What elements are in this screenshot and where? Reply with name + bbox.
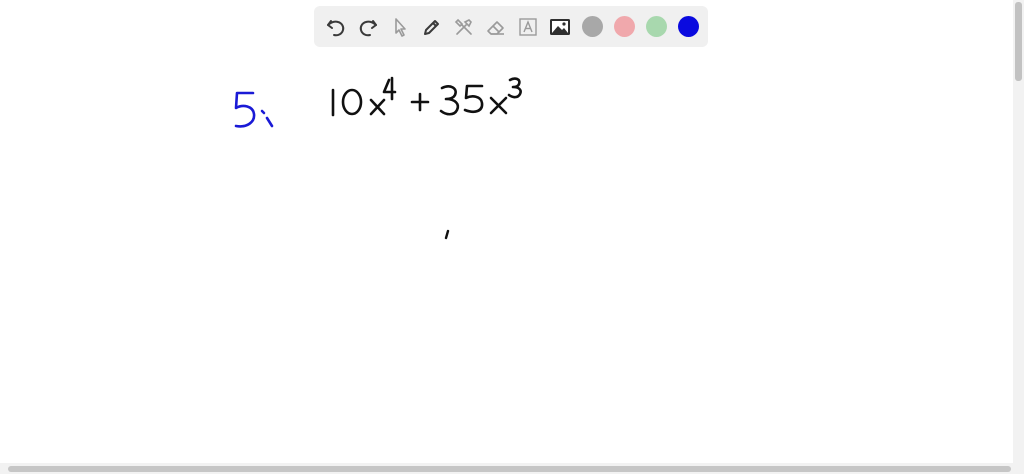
problem-number-ink	[234, 91, 274, 128]
redo-icon	[359, 19, 377, 36]
text-icon	[519, 17, 537, 36]
color-swatch-pink[interactable]	[608, 11, 640, 43]
undo-icon	[327, 19, 345, 36]
tools-icon	[454, 18, 472, 35]
horizontal-scroll-thumb[interactable]	[8, 466, 1011, 472]
pink-swatch	[613, 16, 635, 37]
pen-tool-button[interactable]	[416, 11, 448, 43]
drawing-toolbar	[314, 6, 708, 47]
vertical-scroll-thumb[interactable]	[1015, 2, 1022, 81]
redo-button[interactable]	[352, 11, 384, 43]
image-tool-button[interactable]	[544, 11, 576, 43]
stray-ink-mark	[444, 229, 450, 240]
whiteboard-canvas[interactable]	[0, 0, 1024, 474]
handwriting-layer	[234, 76, 522, 240]
green-swatch	[645, 16, 667, 37]
pencil-icon	[424, 19, 439, 35]
undo-button[interactable]	[320, 11, 352, 43]
color-swatch-blue[interactable]	[672, 11, 704, 43]
select-tool-button[interactable]	[384, 11, 416, 43]
horizontal-scrollbar[interactable]	[0, 463, 1024, 474]
color-swatch-green[interactable]	[640, 11, 672, 43]
eraser-tool-button[interactable]	[480, 11, 512, 43]
blue-swatch	[677, 16, 699, 37]
color-swatch-gray[interactable]	[576, 11, 608, 43]
eraser-icon	[487, 20, 504, 35]
expression-ink	[331, 76, 522, 117]
pointer-icon	[395, 17, 406, 37]
vertical-scrollbar[interactable]	[1013, 0, 1024, 463]
gray-swatch	[581, 16, 603, 37]
tools-button[interactable]	[448, 11, 480, 43]
image-icon	[550, 18, 570, 35]
text-tool-button[interactable]	[512, 11, 544, 43]
